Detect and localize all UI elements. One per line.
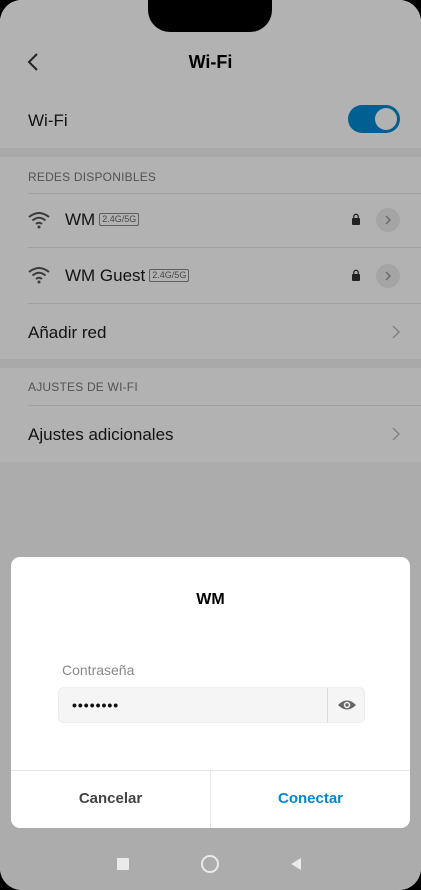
- home-icon[interactable]: [201, 855, 219, 873]
- recent-apps-icon[interactable]: [117, 858, 129, 870]
- connect-button[interactable]: Conectar: [211, 770, 410, 828]
- dialog-title: WM: [196, 591, 225, 608]
- password-label: Contraseña: [62, 662, 135, 678]
- field-separator: [327, 688, 328, 722]
- nav-back-icon[interactable]: [290, 858, 302, 870]
- password-field[interactable]: ••••••••: [58, 687, 365, 723]
- eye-icon[interactable]: [337, 697, 357, 713]
- cancel-button[interactable]: Cancelar: [11, 770, 210, 828]
- password-dialog: WM Contraseña •••••••• Cancelar Conectar: [11, 557, 410, 828]
- phone-screen: 10:00 100 Wi-Fi Wi-Fi REDES DISPONIBLES: [0, 0, 421, 890]
- password-value: ••••••••: [72, 697, 120, 713]
